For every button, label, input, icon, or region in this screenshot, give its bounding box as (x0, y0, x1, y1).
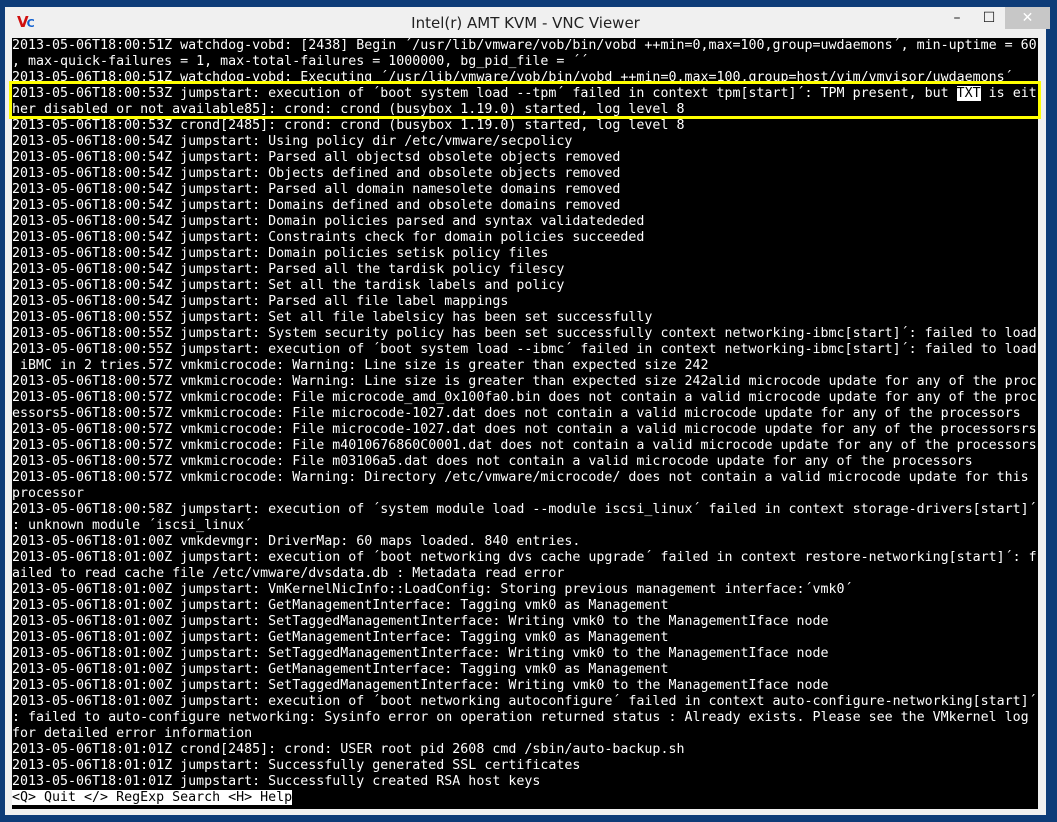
log-line-highlighted: her disabled or not available85]: crond:… (12, 102, 685, 117)
log-line: 2013-05-06T18:00:54Z jumpstart: Constrai… (12, 230, 645, 245)
log-line: processor (12, 486, 85, 501)
log-line: 2013-05-06T18:00:54Z jumpstart: Using po… (12, 134, 573, 149)
log-line: iBMC in 2 tries.57Z vmkmicrocode: Warnin… (12, 358, 709, 373)
log-line: 2013-05-06T18:00:57Z vmkmicrocode: Warni… (12, 470, 1029, 485)
maximize-button[interactable]: ☐ (975, 7, 1003, 29)
log-line: 2013-05-06T18:01:00Z jumpstart: executio… (12, 550, 1037, 565)
log-line: essors5-06T18:00:57Z vmkmicrocode: File … (12, 406, 1021, 421)
log-text: is eit (980, 86, 1037, 101)
log-line: 2013-05-06T18:00:54Z jumpstart: Domains … (12, 198, 621, 213)
log-line: 2013-05-06T18:01:00Z jumpstart: SetTagge… (12, 678, 829, 693)
log-line: : unknown module ´iscsi_linux´ (12, 518, 253, 533)
log-line: 2013-05-06T18:00:54Z jumpstart: Parsed a… (12, 294, 509, 309)
status-bar-help: <Q> Quit </> RegExp Search <H> Help (12, 790, 293, 805)
log-line: 2013-05-06T18:01:01Z crond[2485]: crond:… (12, 742, 685, 757)
log-line: 2013-05-06T18:01:00Z jumpstart: SetTagge… (12, 646, 829, 661)
log-line: 2013-05-06T18:00:57Z vmkmicrocode: Warni… (12, 374, 1037, 389)
log-line: 2013-05-06T18:00:54Z jumpstart: Set all … (12, 278, 565, 293)
log-line: 2013-05-06T18:00:51Z watchdog-vobd: Exec… (12, 70, 1013, 85)
minimize-button[interactable]: – (943, 7, 971, 29)
log-line: 2013-05-06T18:00:53Z crond[2485]: crond:… (12, 118, 685, 133)
log-line: 2013-05-06T18:00:54Z jumpstart: Parsed a… (12, 182, 621, 197)
log-line: 2013-05-06T18:01:00Z jumpstart: GetManag… (12, 662, 669, 677)
log-line: 2013-05-06T18:01:00Z vmkdevmgr: DriverMa… (12, 534, 581, 549)
log-line: 2013-05-06T18:01:00Z jumpstart: executio… (12, 694, 1037, 709)
log-line: 2013-05-06T18:01:00Z jumpstart: SetTagge… (12, 614, 829, 629)
terminal-screen[interactable]: 2013-05-06T18:00:51Z watchdog-vobd: [243… (12, 38, 1038, 809)
log-line: 2013-05-06T18:01:00Z jumpstart: GetManag… (12, 630, 669, 645)
log-line: 2013-05-06T18:00:57Z vmkmicrocode: File … (12, 390, 1037, 405)
log-line: 2013-05-06T18:00:57Z vmkmicrocode: File … (12, 454, 973, 469)
log-line: 2013-05-06T18:01:00Z jumpstart: GetManag… (12, 598, 669, 613)
log-line: 2013-05-06T18:01:01Z jumpstart: Successf… (12, 774, 541, 789)
log-line: 2013-05-06T18:00:54Z jumpstart: Domain p… (12, 246, 549, 261)
window-title: Intel(r) AMT KVM - VNC Viewer (411, 14, 640, 32)
log-text: 2013-05-06T18:00:53Z jumpstart: executio… (12, 86, 957, 101)
log-line-highlighted: 2013-05-06T18:00:53Z jumpstart: executio… (12, 86, 1038, 102)
log-line: : failed to auto-configure networking: S… (12, 710, 1029, 725)
title-bar[interactable]: VC Intel(r) AMT KVM - VNC Viewer – ☐ ✕ (5, 7, 1050, 38)
log-line: 2013-05-06T18:00:54Z jumpstart: Domain p… (12, 214, 645, 229)
log-line: for detailed error information (12, 726, 253, 741)
log-line: 2013-05-06T18:01:00Z jumpstart: VmKernel… (12, 582, 853, 597)
txt-inverse-text: TXT (956, 86, 981, 101)
log-line: 2013-05-06T18:01:01Z jumpstart: Successf… (12, 758, 581, 773)
log-line: 2013-05-06T18:00:55Z jumpstart: Set all … (12, 310, 653, 325)
log-line: 2013-05-06T18:00:51Z watchdog-vobd: [243… (12, 38, 1037, 53)
log-line: 2013-05-06T18:00:55Z jumpstart: System s… (12, 326, 1037, 341)
close-button[interactable]: ✕ (1005, 7, 1050, 29)
log-line: 2013-05-06T18:00:55Z jumpstart: executio… (12, 342, 1037, 357)
log-line: 2013-05-06T18:00:57Z vmkmicrocode: File … (12, 422, 1037, 437)
status-bar: <Q> Quit </> RegExp Search <H> Help (12, 790, 1038, 806)
log-line: ailed to read cache file /etc/vmware/dvs… (12, 566, 565, 581)
log-line: 2013-05-06T18:00:57Z vmkmicrocode: File … (12, 438, 1037, 453)
log-line: , max-quick-failures = 1, max-total-fail… (12, 54, 589, 69)
log-line: 2013-05-06T18:00:54Z jumpstart: Objects … (12, 166, 621, 181)
log-line: 2013-05-06T18:00:54Z jumpstart: Parsed a… (12, 150, 621, 165)
log-line: 2013-05-06T18:00:58Z jumpstart: executio… (12, 502, 1037, 517)
log-line: 2013-05-06T18:00:54Z jumpstart: Parsed a… (12, 262, 565, 277)
